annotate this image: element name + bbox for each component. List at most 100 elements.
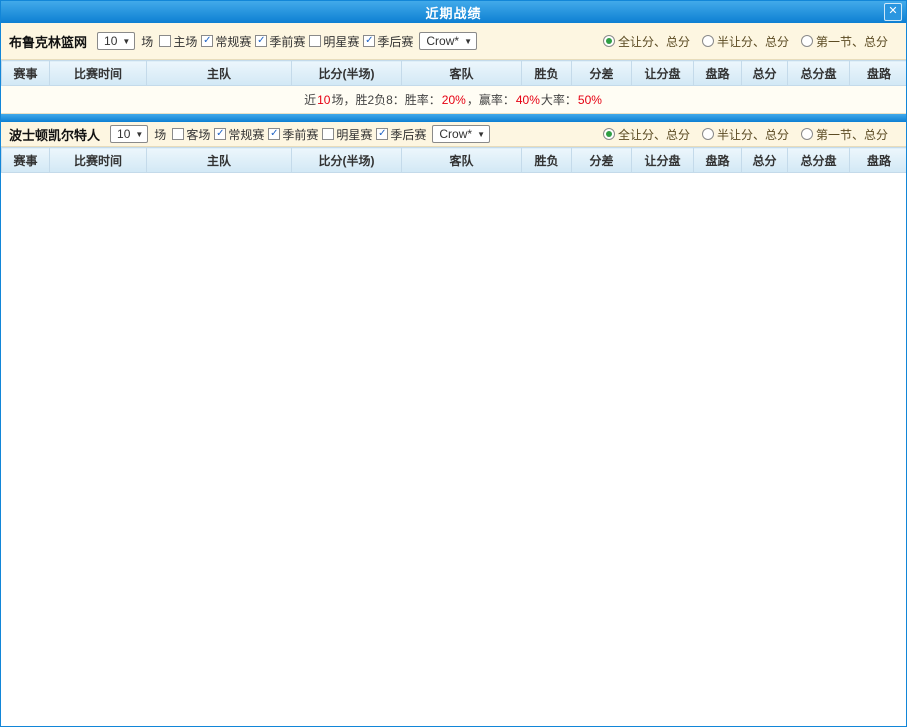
games-count-value: 10 xyxy=(117,127,130,141)
radio-circle-icon[interactable] xyxy=(801,35,813,47)
radio-circle-icon[interactable] xyxy=(702,35,714,47)
filter-checkbox[interactable]: 明星赛 xyxy=(322,126,372,143)
col-total: 总分 xyxy=(742,148,788,173)
radio-circle-icon[interactable] xyxy=(801,128,813,140)
stat-mode-radio[interactable]: 第一节、总分 xyxy=(801,126,888,143)
col-home: 主队 xyxy=(147,148,292,173)
checkbox-label: 季后赛 xyxy=(390,126,426,143)
games-count-suffix: 场 xyxy=(141,33,153,50)
checkbox-box[interactable] xyxy=(322,128,334,140)
checkbox-box[interactable] xyxy=(309,35,321,47)
filter-checkbox-group: 主场✓常规赛✓季前赛明星赛✓季后赛 xyxy=(159,33,413,50)
radio-label: 半让分、总分 xyxy=(717,126,789,143)
checkbox-box[interactable]: ✓ xyxy=(268,128,280,140)
section-divider xyxy=(1,114,906,122)
stat-mode-radio-group: 全让分、总分 半让分、总分第一节、总分 xyxy=(603,126,898,143)
team-section-celtics: 波士顿凯尔特人 10 ▼ 场 客场✓常规赛✓季前赛明星赛✓季后赛 Crow* ▼… xyxy=(1,122,906,173)
checkbox-box[interactable]: ✓ xyxy=(255,35,267,47)
checkbox-label: 明星赛 xyxy=(336,126,372,143)
chevron-down-icon: ▼ xyxy=(477,130,485,139)
table-header-row: 赛事 比赛时间 主队 比分(半场) 客队 胜负 分差 让分盘 盘路 总分 总分盘… xyxy=(2,148,907,173)
summary-segment: 20% xyxy=(442,93,466,107)
results-table: 赛事 比赛时间 主队 比分(半场) 客队 胜负 分差 让分盘 盘路 总分 总分盘… xyxy=(1,147,907,173)
filter-checkbox[interactable]: ✓季后赛 xyxy=(376,126,426,143)
radio-circle-icon[interactable] xyxy=(603,128,615,140)
crown-select[interactable]: Crow* ▼ xyxy=(432,125,490,143)
filter-checkbox[interactable]: ✓季后赛 xyxy=(363,33,413,50)
checkbox-label: 季后赛 xyxy=(377,33,413,50)
filter-checkbox[interactable]: ✓季前赛 xyxy=(255,33,305,50)
col-handicap-result: 盘路 xyxy=(694,61,742,86)
summary-segment: 50% xyxy=(578,93,602,107)
stat-mode-radio[interactable]: 半让分、总分 xyxy=(702,33,789,50)
games-count-select[interactable]: 10 ▼ xyxy=(97,32,135,50)
stat-mode-radio-group: 全让分、总分 半让分、总分 第一节、总分 xyxy=(603,33,898,50)
games-count-select[interactable]: 10 ▼ xyxy=(110,125,148,143)
filter-checkbox[interactable]: ✓常规赛 xyxy=(201,33,251,50)
filter-checkbox[interactable]: ✓常规赛 xyxy=(214,126,264,143)
filter-checkbox[interactable]: 主场 xyxy=(159,33,197,50)
popup-titlebar: 近期战绩 ✕ xyxy=(1,1,906,23)
radio-circle-icon[interactable] xyxy=(603,35,615,47)
checkbox-box[interactable] xyxy=(172,128,184,140)
checkbox-label: 主场 xyxy=(173,33,197,50)
col-over-under: 盘路 xyxy=(850,148,907,173)
filter-bar: 波士顿凯尔特人 10 ▼ 场 客场✓常规赛✓季前赛明星赛✓季后赛 Crow* ▼… xyxy=(1,122,906,147)
col-date: 比赛时间 xyxy=(50,61,147,86)
checkbox-box[interactable]: ✓ xyxy=(363,35,375,47)
radio-label: 全让分、总分 xyxy=(618,33,690,50)
stat-mode-radio[interactable]: 全让分、总分 xyxy=(603,126,690,143)
col-result: 胜负 xyxy=(522,61,572,86)
checkbox-label: 常规赛 xyxy=(228,126,264,143)
games-count-value: 10 xyxy=(104,34,117,48)
radio-label: 全让分、总分 xyxy=(618,126,690,143)
checkbox-box[interactable]: ✓ xyxy=(201,35,213,47)
summary-segment: 10 xyxy=(317,93,330,107)
col-league: 赛事 xyxy=(2,61,50,86)
stat-mode-radio[interactable]: 第一节、总分 xyxy=(801,33,888,50)
col-diff: 分差 xyxy=(572,148,632,173)
filter-checkbox[interactable]: ✓季前赛 xyxy=(268,126,318,143)
crown-select-value: Crow* xyxy=(426,34,459,48)
summary-bar: 近 10 场，胜2负8：胜率：20%，赢率：40% 大率：50% xyxy=(1,86,906,114)
stat-mode-radio[interactable]: 全让分、总分 xyxy=(603,33,690,50)
radio-circle-icon[interactable] xyxy=(702,128,714,140)
summary-segment: 近 xyxy=(304,91,316,108)
chevron-down-icon: ▼ xyxy=(135,130,143,139)
col-home: 主队 xyxy=(147,61,292,86)
close-icon[interactable]: ✕ xyxy=(884,3,902,21)
col-score: 比分(半场) xyxy=(292,61,402,86)
team-name: 布鲁克林篮网 xyxy=(9,32,87,51)
summary-segment: 40% xyxy=(516,93,540,107)
col-result: 胜负 xyxy=(522,148,572,173)
col-handicap-result: 盘路 xyxy=(694,148,742,173)
filter-checkbox[interactable]: 客场 xyxy=(172,126,210,143)
checkbox-label: 客场 xyxy=(186,126,210,143)
summary-segment: ，赢率： xyxy=(467,91,515,108)
checkbox-box[interactable]: ✓ xyxy=(376,128,388,140)
col-diff: 分差 xyxy=(572,61,632,86)
chevron-down-icon: ▼ xyxy=(464,37,472,46)
radio-label: 第一节、总分 xyxy=(816,33,888,50)
games-count-suffix: 场 xyxy=(154,126,166,143)
checkbox-label: 季前赛 xyxy=(269,33,305,50)
col-handicap: 让分盘 xyxy=(632,61,694,86)
col-handicap: 让分盘 xyxy=(632,148,694,173)
team-section-nets: 布鲁克林篮网 10 ▼ 场 主场✓常规赛✓季前赛明星赛✓季后赛 Crow* ▼ … xyxy=(1,23,906,114)
stat-mode-radio[interactable]: 半让分、总分 xyxy=(702,126,789,143)
checkbox-box[interactable] xyxy=(159,35,171,47)
crown-select[interactable]: Crow* ▼ xyxy=(419,32,477,50)
filter-checkbox-group: 客场✓常规赛✓季前赛明星赛✓季后赛 xyxy=(172,126,426,143)
recent-results-popup: 近期战绩 ✕ 布鲁克林篮网 10 ▼ 场 主场✓常规赛✓季前赛明星赛✓季后赛 C… xyxy=(0,0,907,727)
col-date: 比赛时间 xyxy=(50,148,147,173)
checkbox-box[interactable]: ✓ xyxy=(214,128,226,140)
summary-segment: 场，胜2负8：胜率： xyxy=(331,91,440,108)
col-over-under: 盘路 xyxy=(850,61,907,86)
checkbox-label: 明星赛 xyxy=(323,33,359,50)
crown-select-value: Crow* xyxy=(439,127,472,141)
col-league: 赛事 xyxy=(2,148,50,173)
filter-checkbox[interactable]: 明星赛 xyxy=(309,33,359,50)
checkbox-label: 常规赛 xyxy=(215,33,251,50)
radio-label: 半让分、总分 xyxy=(717,33,789,50)
col-total-line: 总分盘 xyxy=(788,148,850,173)
